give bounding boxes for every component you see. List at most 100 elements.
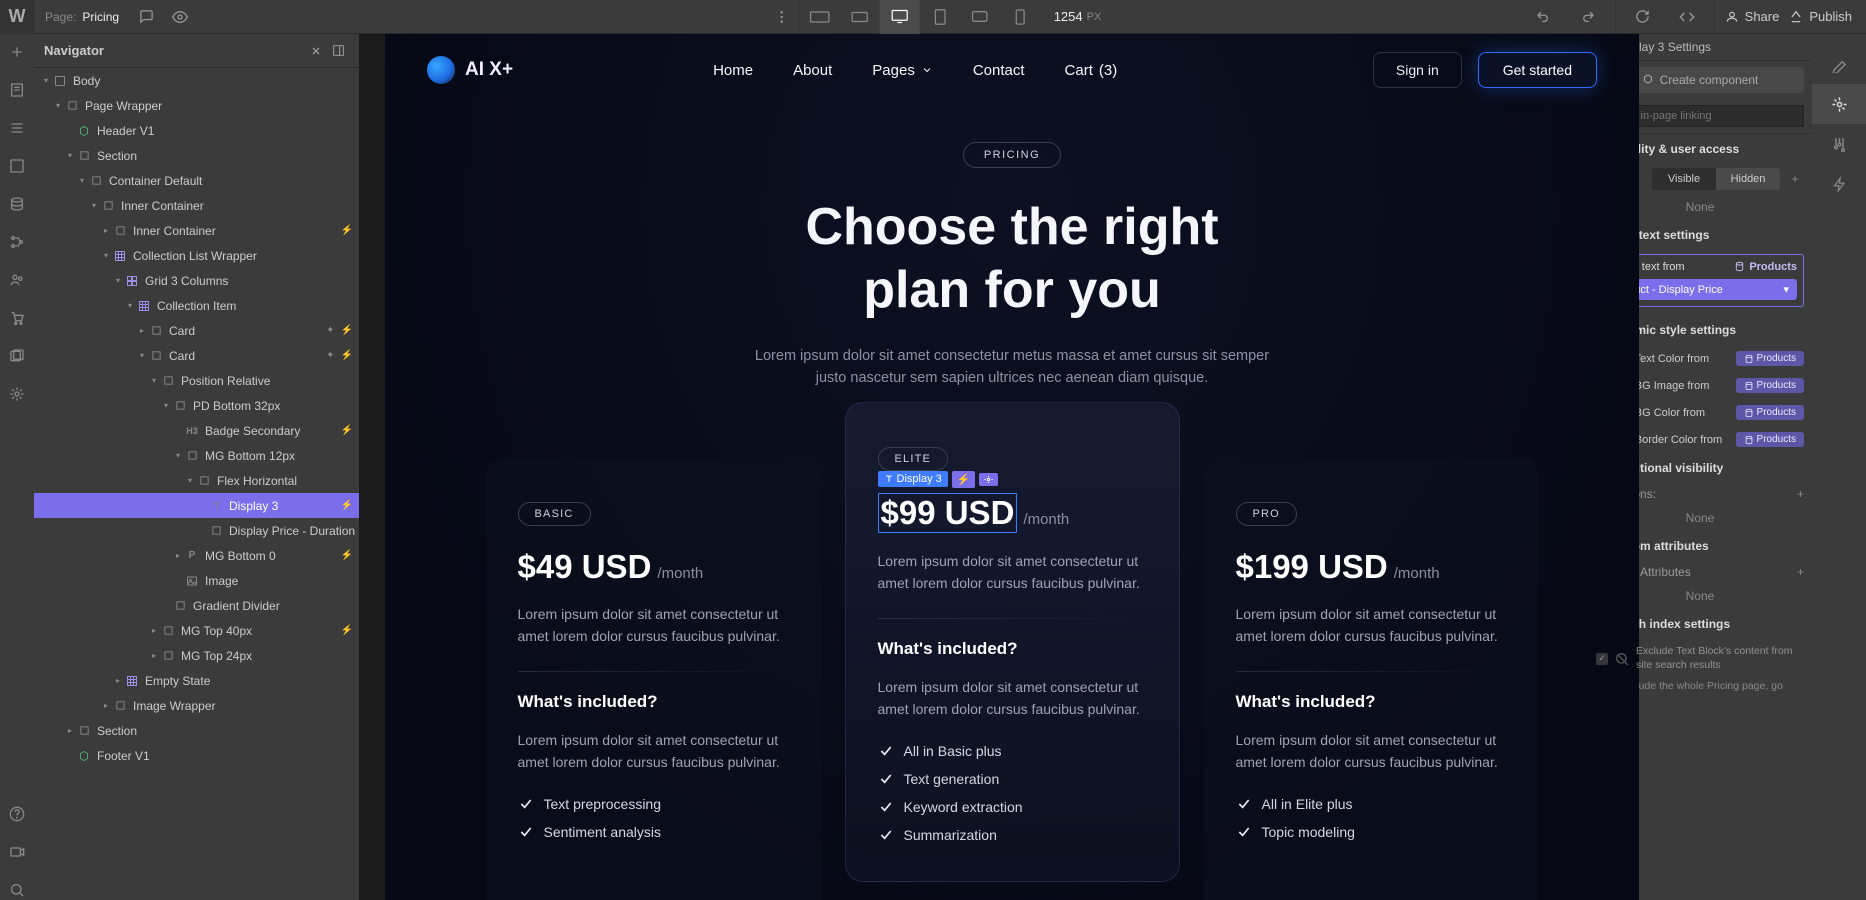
- ecommerce-icon[interactable]: [7, 308, 27, 328]
- tree-item[interactable]: ▾PD Bottom 32px: [34, 393, 359, 418]
- close-icon[interactable]: [305, 34, 327, 68]
- more-icon[interactable]: [765, 0, 799, 34]
- publish-button[interactable]: Publish: [1789, 9, 1852, 24]
- share-button[interactable]: Share: [1725, 9, 1780, 24]
- preview-icon[interactable]: [163, 0, 197, 34]
- hidden-button[interactable]: Hidden: [1716, 168, 1780, 190]
- page-dropdown[interactable]: Pricing: [82, 10, 119, 24]
- redo-icon[interactable]: [1571, 0, 1605, 34]
- canvas-frame[interactable]: AI X+ Home About Pages Contact Cart (3): [385, 34, 1639, 900]
- video-icon[interactable]: [7, 842, 27, 862]
- tree-item[interactable]: ▾Container Default: [34, 168, 359, 193]
- nav-home[interactable]: Home: [713, 62, 753, 79]
- settings-icon[interactable]: [7, 384, 27, 404]
- products-pill[interactable]: Products: [1736, 351, 1804, 366]
- assets-icon[interactable]: [7, 346, 27, 366]
- twisty-icon[interactable]: ▸: [136, 326, 148, 335]
- brand[interactable]: AI X+: [427, 56, 513, 84]
- undo-icon[interactable]: [1527, 0, 1561, 34]
- products-pill[interactable]: Products: [1736, 405, 1804, 420]
- tree-item[interactable]: Gradient Divider: [34, 593, 359, 618]
- signin-button[interactable]: Sign in: [1373, 52, 1462, 88]
- pages-icon[interactable]: [7, 80, 27, 100]
- style-manager-tab[interactable]: [1812, 124, 1866, 164]
- twisty-icon[interactable]: ▾: [160, 401, 172, 410]
- tree-item[interactable]: Image: [34, 568, 359, 593]
- twisty-icon[interactable]: ▾: [100, 251, 112, 260]
- nav-contact[interactable]: Contact: [973, 62, 1025, 79]
- canvas-width-value[interactable]: 1254: [1054, 9, 1083, 24]
- breakpoint-desktop-button[interactable]: [880, 0, 920, 34]
- search-icon[interactable]: [7, 880, 27, 900]
- twisty-icon[interactable]: ▾: [184, 476, 196, 485]
- tree-item[interactable]: ▸Card✦⚡: [34, 318, 359, 343]
- id-input[interactable]: [1614, 105, 1804, 127]
- breakpoint-tablet-button[interactable]: [920, 0, 960, 34]
- twisty-icon[interactable]: ▾: [64, 151, 76, 160]
- twisty-icon[interactable]: ▾: [124, 301, 136, 310]
- tree-item[interactable]: Display Price - Duration: [34, 518, 359, 543]
- comments-icon[interactable]: [129, 0, 163, 34]
- twisty-icon[interactable]: ▸: [172, 551, 184, 560]
- cms-icon[interactable]: [7, 194, 27, 214]
- add-icon[interactable]: [7, 42, 27, 62]
- twisty-icon[interactable]: ▸: [112, 676, 124, 685]
- products-pill[interactable]: Products: [1736, 378, 1804, 393]
- binding-badge-icon[interactable]: ⚡: [952, 471, 976, 488]
- add-condition-button[interactable]: +: [1797, 487, 1804, 501]
- tree-item[interactable]: ▾Card✦⚡: [34, 343, 359, 368]
- twisty-icon[interactable]: ▾: [172, 451, 184, 460]
- settings-badge-icon[interactable]: [979, 473, 998, 486]
- tree-item[interactable]: ▾Body: [34, 68, 359, 93]
- tree-item[interactable]: H3Badge Secondary⚡: [34, 418, 359, 443]
- components-icon[interactable]: [7, 156, 27, 176]
- tree-item[interactable]: ▾Collection Item: [34, 293, 359, 318]
- products-pill[interactable]: Products: [1736, 432, 1804, 447]
- twisty-icon[interactable]: ▸: [64, 726, 76, 735]
- interactions-tab[interactable]: [1812, 164, 1866, 204]
- twisty-icon[interactable]: ▾: [112, 276, 124, 285]
- twisty-icon[interactable]: ▸: [148, 651, 160, 660]
- tree-item[interactable]: ▸Image Wrapper: [34, 693, 359, 718]
- getstarted-button[interactable]: Get started: [1478, 52, 1597, 88]
- element-settings-tab[interactable]: [1812, 84, 1866, 124]
- nav-cart[interactable]: Cart (3): [1065, 62, 1118, 79]
- tree-item[interactable]: ▾MG Bottom 12px: [34, 443, 359, 468]
- twisty-icon[interactable]: ▸: [100, 701, 112, 710]
- twisty-icon[interactable]: ▾: [148, 376, 160, 385]
- navigator-icon[interactable]: [7, 118, 27, 138]
- tree-item[interactable]: ▸MG Top 40px⚡: [34, 618, 359, 643]
- twisty-icon[interactable]: ▾: [136, 351, 148, 360]
- webflow-logo[interactable]: W: [0, 0, 34, 34]
- twisty-icon[interactable]: ▾: [40, 76, 52, 85]
- breakpoint-xl-button[interactable]: [800, 0, 840, 34]
- tree-item[interactable]: ▸Inner Container⚡: [34, 218, 359, 243]
- users-icon[interactable]: [7, 270, 27, 290]
- tree-item[interactable]: ▾Grid 3 Columns: [34, 268, 359, 293]
- refresh-icon[interactable]: [1626, 0, 1660, 34]
- add-attribute-button[interactable]: +: [1797, 565, 1804, 579]
- plan-price[interactable]: $99 USD: [878, 493, 1018, 533]
- tree-item[interactable]: ▾Collection List Wrapper: [34, 243, 359, 268]
- navigator-tree[interactable]: ▾Body▾Page WrapperHeader V1▾Section▾Cont…: [34, 68, 359, 900]
- tree-item[interactable]: ▾Section: [34, 143, 359, 168]
- tree-item[interactable]: ▸Empty State: [34, 668, 359, 693]
- exclude-checkbox[interactable]: ✓: [1596, 653, 1608, 665]
- tree-item[interactable]: ▾Page Wrapper: [34, 93, 359, 118]
- tree-item[interactable]: ▾Inner Container: [34, 193, 359, 218]
- nav-about[interactable]: About: [793, 62, 832, 79]
- breakpoint-mobile-button[interactable]: [1000, 0, 1040, 34]
- tree-item[interactable]: ▾Flex Horizontal: [34, 468, 359, 493]
- twisty-icon[interactable]: ▾: [88, 201, 100, 210]
- help-icon[interactable]: [7, 804, 27, 824]
- tree-item[interactable]: Header V1: [34, 118, 359, 143]
- breakpoint-lg-button[interactable]: [840, 0, 880, 34]
- add-visibility-button[interactable]: +: [1786, 172, 1804, 186]
- twisty-icon[interactable]: ▾: [76, 176, 88, 185]
- twisty-icon[interactable]: ▸: [100, 226, 112, 235]
- twisty-icon[interactable]: ▾: [52, 101, 64, 110]
- nav-pages[interactable]: Pages: [872, 62, 933, 79]
- breakpoint-landscape-button[interactable]: [960, 0, 1000, 34]
- tree-item[interactable]: Footer V1: [34, 743, 359, 768]
- style-tab[interactable]: [1812, 44, 1866, 84]
